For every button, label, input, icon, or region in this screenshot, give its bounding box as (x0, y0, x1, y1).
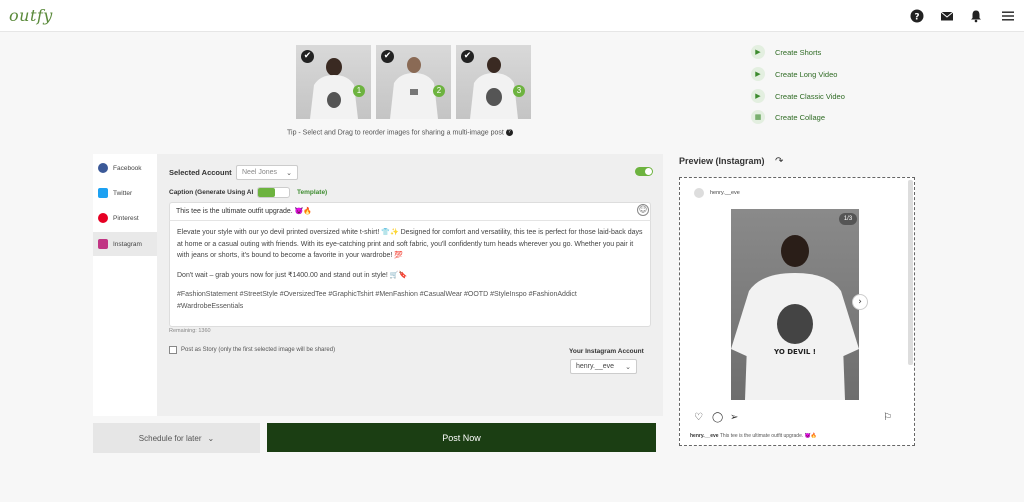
action-label: Create Long Video (775, 69, 838, 79)
chevron-down-icon: ⌄ (625, 364, 631, 371)
chevron-down-icon: ⌄ (286, 170, 292, 177)
schedule-later-button[interactable]: Schedule for later ⌄ (93, 423, 260, 453)
create-shorts-button[interactable]: ▶ Create Shorts (751, 45, 821, 59)
order-badge: 2 (433, 85, 445, 97)
pinterest-icon (98, 213, 108, 223)
account-select[interactable]: Neel Jones ⌄ (236, 165, 298, 180)
help-icon[interactable]: ? (910, 9, 924, 23)
caption-textarea[interactable]: Elevate your style with our yo devil pri… (169, 220, 651, 327)
order-badge: 1 (353, 85, 365, 97)
preview-scrollbar[interactable] (908, 180, 913, 365)
create-collage-button[interactable]: ▦ Create Collage (751, 110, 825, 124)
instagram-account-value: henry.__eve (576, 363, 615, 370)
check-icon: ✔ (381, 50, 394, 63)
action-label: Create Classic Video (775, 91, 845, 101)
create-classic-video-button[interactable]: ▶ Create Classic Video (751, 89, 845, 103)
avatar (694, 188, 704, 198)
caption-label: Caption (Generate Using AI (169, 189, 254, 196)
thumbnail-2[interactable]: ✔ 2 (376, 45, 451, 119)
action-label: Create Shorts (775, 47, 822, 57)
logo[interactable]: outfy (9, 6, 53, 25)
sidebar-item-label: Instagram (113, 240, 142, 248)
top-bar: outfy ? (0, 0, 1024, 32)
play-icon: ▶ (751, 45, 765, 59)
mail-icon[interactable] (940, 9, 954, 23)
check-icon: ✔ (301, 50, 314, 63)
preview-image[interactable]: YO DEVIL ! (731, 209, 859, 400)
instagram-account-label: Your Instagram Account (569, 348, 644, 355)
story-checkbox[interactable] (169, 346, 177, 354)
play-icon: ▶ (751, 89, 765, 103)
twitter-icon (98, 188, 108, 198)
sidebar-item-pinterest[interactable]: Pinterest (93, 206, 157, 230)
emoji-icon[interactable]: ☺ (637, 204, 649, 216)
caption-text: This tee is the ultimate outfit upgrade.… (719, 433, 818, 439)
svg-text:?: ? (914, 13, 919, 23)
sidebar-item-label: Facebook (113, 164, 142, 172)
schedule-label: Schedule for later (138, 433, 202, 443)
share-icon[interactable]: ➢ (730, 412, 738, 423)
chevron-down-icon: ⌄ (207, 433, 215, 443)
model-back-image: YO DEVIL ! (731, 235, 859, 400)
sidebar-item-facebook[interactable]: Facebook (93, 156, 157, 180)
preview-title: Preview (Instagram) (679, 156, 765, 166)
account-value: Neel Jones (242, 169, 278, 176)
play-icon: ▶ (751, 67, 765, 81)
sidebar-item-label: Pinterest (113, 214, 139, 222)
heart-icon[interactable]: ♡ (694, 412, 703, 423)
collage-icon: ▦ (751, 110, 765, 124)
instagram-icon (98, 239, 108, 249)
caption-username: henry.__eve (690, 433, 719, 439)
preview-username: henry.__eve (710, 190, 740, 196)
template-link[interactable]: Template) (297, 189, 327, 196)
story-label: Post as Story (only the first selected i… (181, 347, 336, 353)
order-badge: 3 (513, 85, 525, 97)
instagram-account-select[interactable]: henry.__eve ⌄ (570, 359, 637, 374)
sidebar-item-instagram[interactable]: Instagram (93, 232, 157, 256)
preview-caption: henry.__eve This tee is the ultimate out… (690, 433, 817, 439)
tip-text: Tip - Select and Drag to reorder images … (287, 129, 504, 137)
chevron-right-icon[interactable]: › (852, 294, 868, 310)
account-label: Selected Account (169, 168, 232, 177)
help-icon[interactable]: ? (505, 129, 513, 136)
caption-hashtags: #FashionStatement #StreetStyle #Oversize… (177, 291, 577, 310)
create-long-video-button[interactable]: ▶ Create Long Video (751, 67, 837, 81)
menu-icon[interactable] (1001, 9, 1015, 23)
svg-text:YO DEVIL !: YO DEVIL ! (773, 348, 816, 356)
facebook-icon (98, 163, 108, 173)
sidebar-item-label: Twitter (113, 189, 133, 197)
curved-arrow-icon: ↷ (775, 156, 784, 167)
bell-icon[interactable] (969, 9, 983, 23)
platform-toggle[interactable] (635, 167, 653, 176)
action-label: Create Collage (775, 112, 826, 122)
caption-paragraph: Elevate your style with our yo devil pri… (177, 229, 643, 259)
bookmark-icon[interactable]: ⚐ (883, 412, 892, 423)
post-now-button[interactable]: Post Now (267, 423, 656, 452)
remaining-count: Remaining: 1360 (169, 328, 211, 334)
thumbnail-1[interactable]: ✔ 1 (296, 45, 371, 119)
sidebar-item-twitter[interactable]: Twitter (93, 181, 157, 205)
ai-toggle[interactable] (257, 187, 290, 198)
caption-paragraph: Don't wait – grab yours now for just ₹14… (177, 271, 408, 279)
image-counter: 1/3 (839, 213, 857, 225)
reorder-tip: Tip - Select and Drag to reorder images … (287, 129, 513, 136)
post-as-story-option[interactable]: Post as Story (only the first selected i… (169, 346, 335, 354)
caption-first-text: This tee is the ultimate outfit upgrade.… (176, 208, 313, 215)
thumbnail-3[interactable]: ✔ 3 (456, 45, 531, 119)
platform-sidebar: Facebook Twitter Pinterest Instagram (93, 154, 157, 416)
comment-icon[interactable]: ◯ (712, 412, 723, 423)
check-icon: ✔ (461, 50, 474, 63)
